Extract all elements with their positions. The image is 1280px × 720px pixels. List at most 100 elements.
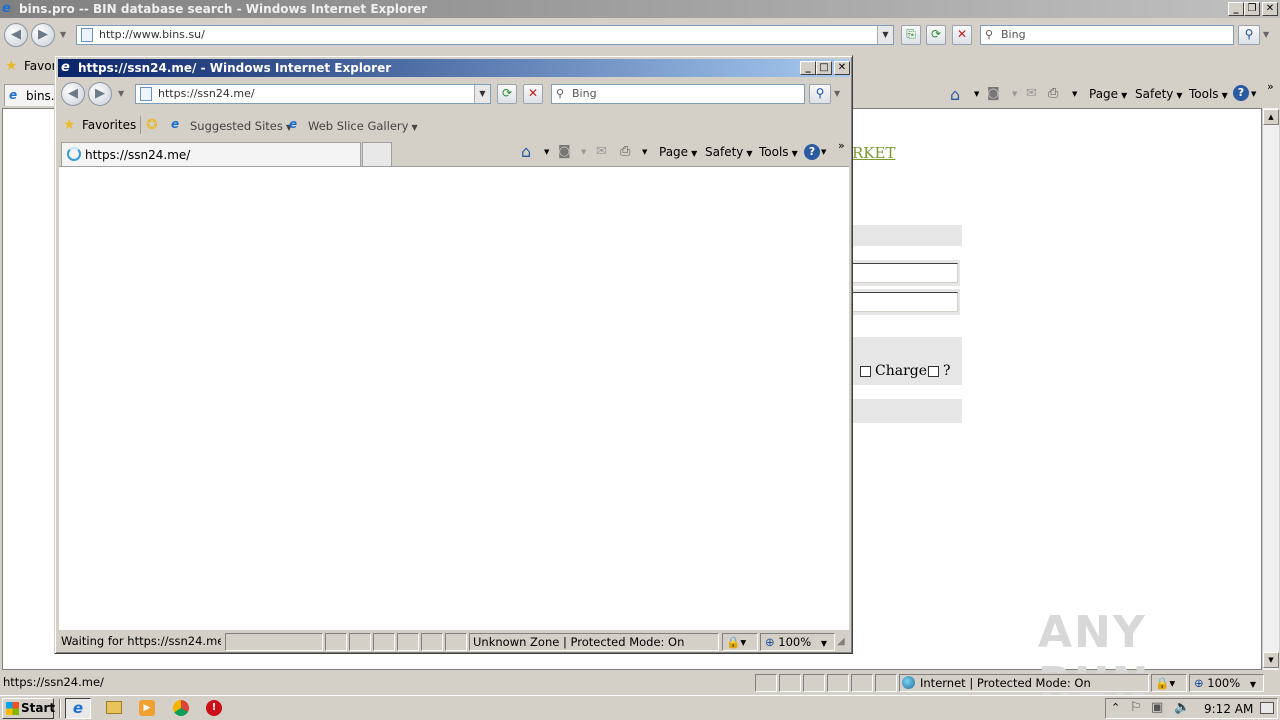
new-tab-button[interactable] <box>362 142 392 166</box>
popup-mail-icon[interactable]: ✉ <box>596 144 607 159</box>
close-button[interactable]: ✕ <box>1262 2 1278 16</box>
main-safety-menu[interactable]: Safety ▼ <box>1135 87 1183 101</box>
popup-status-text: Waiting for https://ssn24.me/... <box>61 634 221 648</box>
media-player-icon[interactable]: ▶ <box>139 700 155 716</box>
status-cell <box>349 633 371 651</box>
popup-home-dropdown-icon[interactable]: ▼ <box>544 148 549 156</box>
start-button[interactable]: Start <box>2 698 55 719</box>
suggested-sites-link[interactable]: Suggested Sites ▼ <box>190 119 292 133</box>
main-help-icon[interactable]: ? <box>1233 85 1249 101</box>
network-icon[interactable]: ▣ <box>1151 700 1163 715</box>
main-search-button[interactable]: ⚲ <box>1238 25 1260 45</box>
main-home-dropdown-icon[interactable]: ▼ <box>974 90 979 98</box>
main-help-dropdown-icon[interactable]: ▼ <box>1251 90 1256 98</box>
form-field-1[interactable] <box>852 260 960 286</box>
popup-title-bar[interactable]: e https://ssn24.me/ - Windows Internet E… <box>58 59 850 77</box>
popup-close-button[interactable]: ✕ <box>834 61 850 75</box>
scroll-up-button[interactable]: ▲ <box>1263 109 1279 125</box>
web-slice-gallery-link[interactable]: Web Slice Gallery ▼ <box>308 119 418 133</box>
main-refresh-button[interactable]: ⟳ <box>926 25 946 45</box>
chrome-icon[interactable] <box>173 700 189 716</box>
status-cell <box>373 633 395 651</box>
zoom-icon: ⊕ <box>765 635 775 649</box>
question-checkbox[interactable] <box>928 366 939 377</box>
charge-checkbox[interactable] <box>860 366 871 377</box>
popup-zoom-button[interactable]: ⊕ 100% ▼ <box>760 633 835 651</box>
loading-icon <box>67 147 81 161</box>
main-chevron-more-icon[interactable]: » <box>1267 80 1274 93</box>
popup-print-icon[interactable]: ⎙ <box>620 144 630 159</box>
main-home-icon[interactable]: ⌂ <box>950 85 960 104</box>
popup-search-button[interactable]: ⚲ <box>809 84 831 104</box>
main-protected-mode-button[interactable]: 🔒▾ <box>1151 674 1187 692</box>
popup-help-icon[interactable]: ? <box>804 144 820 160</box>
minimize-button[interactable]: _ <box>1228 2 1244 16</box>
main-feeds-dropdown-icon[interactable]: ▼ <box>1012 90 1017 98</box>
popup-zone-text: Unknown Zone | Protected Mode: On <box>473 635 685 649</box>
popup-tools-menu[interactable]: Tools ▼ <box>759 145 798 159</box>
popup-feeds-icon[interactable]: ◙ <box>558 144 571 159</box>
main-print-dropdown-icon[interactable]: ▼ <box>1072 90 1077 98</box>
address-dropdown-icon[interactable]: ▼ <box>474 85 490 103</box>
popup-refresh-button[interactable]: ⟳ <box>497 84 517 104</box>
popup-zone-cell[interactable]: Unknown Zone | Protected Mode: On <box>469 633 719 651</box>
main-zone-cell[interactable]: Internet | Protected Mode: On <box>899 674 1149 692</box>
clock-text[interactable]: 9:12 AM <box>1204 702 1253 716</box>
popup-protected-mode-button[interactable]: 🔒▾ <box>722 633 758 651</box>
popup-history-dropdown-icon[interactable]: ▼ <box>118 89 124 98</box>
opera-icon[interactable]: ! <box>206 700 222 716</box>
popup-chevron-more-icon[interactable]: » <box>838 139 845 152</box>
popup-minimize-button[interactable]: _ <box>800 61 816 75</box>
popup-forward-button[interactable]: ▶ <box>88 82 112 106</box>
popup-help-dropdown-icon[interactable]: ▼ <box>821 148 826 156</box>
scroll-down-button[interactable]: ▼ <box>1263 652 1279 668</box>
folder-icon[interactable] <box>106 701 122 714</box>
main-address-bar[interactable]: http://www.bins.su/ ▼ <box>76 25 894 45</box>
main-title-bar[interactable]: e bins.pro -- BIN database search - Wind… <box>0 0 1280 18</box>
popup-safety-menu[interactable]: Safety ▼ <box>705 145 753 159</box>
popup-search-options-icon[interactable]: ▼ <box>834 89 840 98</box>
form-input-2[interactable] <box>852 292 958 312</box>
main-history-dropdown-icon[interactable]: ▼ <box>60 30 66 39</box>
popup-print-dropdown-icon[interactable]: ▼ <box>642 148 647 156</box>
form-input-1[interactable] <box>852 263 958 283</box>
main-search-options-icon[interactable]: ▼ <box>1263 30 1269 39</box>
popup-page-menu[interactable]: Page ▼ <box>659 145 697 159</box>
main-back-button[interactable]: ◀ <box>4 23 28 47</box>
market-link[interactable]: RKET <box>852 144 895 162</box>
ie-page-icon: e <box>171 117 180 131</box>
main-tab[interactable]: e bins.p <box>4 84 62 106</box>
main-tools-menu-label: Tools <box>1189 87 1219 101</box>
main-vertical-scrollbar[interactable]: ▲ ▼ <box>1262 108 1279 670</box>
form-field-2[interactable] <box>852 289 960 315</box>
main-stop-button[interactable]: ✕ <box>952 25 972 45</box>
main-forward-button[interactable]: ▶ <box>31 23 55 47</box>
popup-address-bar[interactable]: https://ssn24.me/ ▼ <box>135 84 491 104</box>
main-zoom-button[interactable]: ⊕ 100% ▼ <box>1189 674 1264 692</box>
main-page-menu[interactable]: Page ▼ <box>1089 87 1127 101</box>
restore-button[interactable]: ❐ <box>1244 2 1260 16</box>
popup-stop-button[interactable]: ✕ <box>523 84 543 104</box>
popup-search-box[interactable]: ⚲ Bing <box>551 84 805 104</box>
show-desktop-icon[interactable] <box>1260 702 1274 714</box>
main-search-box[interactable]: ⚲ Bing <box>980 25 1234 45</box>
address-dropdown-icon[interactable]: ▼ <box>877 26 893 44</box>
popup-tab[interactable]: https://ssn24.me/ <box>61 142 361 166</box>
add-favorite-icon[interactable]: ✪ <box>146 117 158 133</box>
show-hidden-icons-icon[interactable]: ⌃ <box>1111 701 1120 714</box>
action-center-flag-icon[interactable]: ⚐ <box>1130 700 1142 715</box>
main-compat-view-button[interactable]: ⎘ <box>901 25 921 45</box>
popup-favorites-button[interactable]: Favorites <box>82 118 136 132</box>
popup-maximize-button[interactable]: □ <box>816 61 832 75</box>
main-tools-menu[interactable]: Tools ▼ <box>1189 87 1228 101</box>
taskbar-ie-button[interactable]: e <box>65 698 91 719</box>
popup-back-button[interactable]: ◀ <box>61 82 85 106</box>
resize-grip-icon[interactable]: ◢ <box>837 636 845 647</box>
popup-feeds-dropdown-icon[interactable]: ▼ <box>581 148 586 156</box>
volume-icon[interactable]: 🔈 <box>1174 700 1190 715</box>
main-mail-icon[interactable]: ✉ <box>1026 86 1037 101</box>
main-feeds-icon[interactable]: ◙ <box>987 86 1000 101</box>
main-print-icon[interactable]: ⎙ <box>1048 86 1058 101</box>
popup-zoom-text: 100% <box>778 635 812 649</box>
popup-home-icon[interactable]: ⌂ <box>521 142 531 161</box>
